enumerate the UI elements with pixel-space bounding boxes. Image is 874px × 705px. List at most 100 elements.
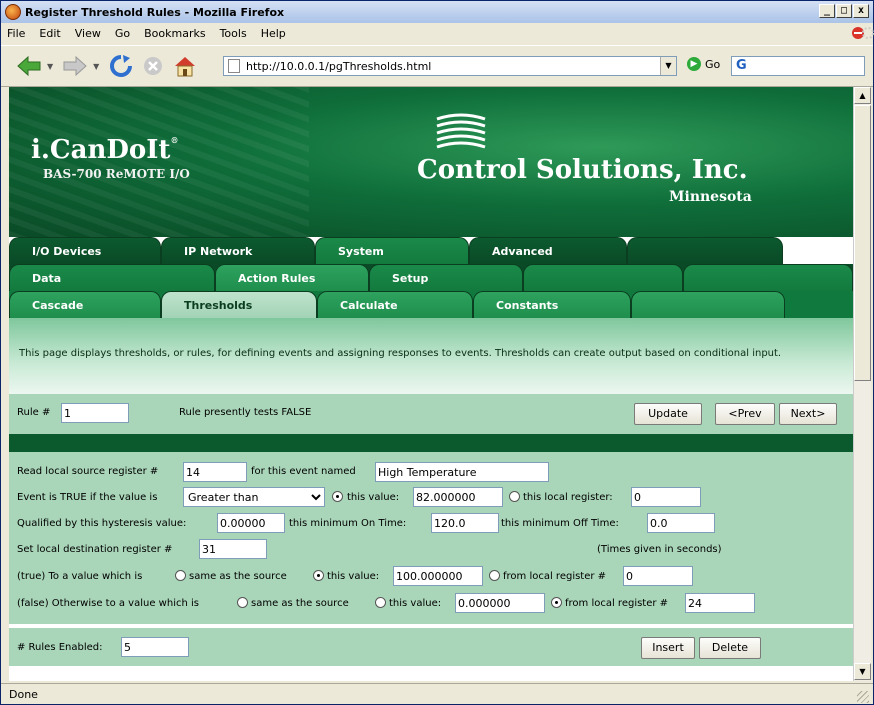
next-button[interactable]: Next> [779,403,837,425]
url-dropdown-icon[interactable]: ▼ [660,57,676,75]
scroll-up-icon[interactable]: ▲ [854,87,871,104]
false-this-value-label: this value: [389,598,442,609]
rule-number-label: Rule # [17,407,51,418]
event-name-label: for this event named [251,466,356,477]
page-description: This page displays thresholds, or rules,… [9,318,853,394]
close-button[interactable]: x [853,4,869,18]
forward-button[interactable] [61,52,89,80]
go-button[interactable]: ▶ Go [687,57,720,71]
this-local-register-radio[interactable] [509,491,520,502]
tab-ip-network[interactable]: IP Network [161,237,315,264]
true-value-input[interactable] [393,566,483,586]
hysteresis-input[interactable] [217,513,285,533]
minimize-button[interactable]: _ [819,4,835,18]
compare-register-input[interactable] [631,487,701,507]
event-name-input[interactable] [375,462,549,482]
header-banner: i.CanDoIt® BAS-700 ReMOTE I/O Control So… [9,87,853,237]
false-same-source-radio[interactable] [237,597,248,608]
forward-arrow-icon [63,55,87,77]
tab-calculate[interactable]: Calculate [317,291,473,318]
threshold-value-input[interactable] [413,487,503,507]
source-register-input[interactable] [183,462,247,482]
rule-status-text: Rule presently tests FALSE [179,407,312,418]
rules-enabled-input[interactable] [121,637,189,657]
url-text[interactable]: http://10.0.0.1/pgThresholds.html [246,60,431,73]
threshold-form: Read local source register # for this ev… [9,452,853,624]
min-off-time-input[interactable] [647,513,715,533]
tab-label: System [338,245,384,258]
company-state: Minnesota [669,189,752,205]
true-from-local-label: from local register # [503,571,607,582]
tab-data[interactable]: Data [9,264,215,291]
times-note: (Times given in seconds) [597,544,722,555]
status-bar: Done [1,683,873,705]
tab-advanced[interactable]: Advanced [469,237,627,264]
tab-label: I/O Devices [32,245,102,258]
read-source-label: Read local source register # [17,466,159,477]
menu-view[interactable]: View [75,27,101,40]
false-from-local-label: from local register # [565,598,669,609]
true-same-source-label: same as the source [189,571,287,582]
scroll-down-icon[interactable]: ▼ [854,663,871,680]
back-button[interactable] [15,52,43,80]
tab-empty [631,291,785,318]
min-on-time-input[interactable] [431,513,499,533]
company-logo-icon [436,113,486,149]
forward-dropdown-icon[interactable]: ▼ [93,62,99,71]
tab-setup[interactable]: Setup [369,264,523,291]
maximize-button[interactable]: □ [836,4,852,18]
rule-number-input[interactable] [61,403,129,423]
tab-io-devices[interactable]: I/O Devices [9,237,161,264]
go-label: Go [705,57,721,71]
stop-icon [144,57,163,75]
menu-go[interactable]: Go [115,27,130,40]
comparison-select[interactable]: Greater than [183,487,325,507]
this-value-radio[interactable] [332,491,343,502]
menu-tools[interactable]: Tools [220,27,247,40]
home-button[interactable] [171,52,199,80]
menu-edit[interactable]: Edit [39,27,60,40]
false-from-local-input[interactable] [685,593,755,613]
tab-cascade[interactable]: Cascade [9,291,161,318]
menu-file[interactable]: File [7,27,25,40]
min-on-time-label: this minimum On Time: [289,518,407,529]
window-title: Register Threshold Rules - Mozilla Firef… [25,5,285,19]
tab-system[interactable]: System [315,237,469,264]
url-bar[interactable]: http://10.0.0.1/pgThresholds.html ▼ [223,56,677,76]
menu-bookmarks[interactable]: Bookmarks [144,27,205,40]
page-content: i.CanDoIt® BAS-700 ReMOTE I/O Control So… [9,87,853,681]
tab-constants[interactable]: Constants [473,291,631,318]
destination-register-input[interactable] [199,539,267,559]
home-icon [175,57,196,77]
product-logo: i.CanDoIt® [31,135,178,165]
true-same-source-radio[interactable] [175,570,186,581]
true-this-value-label: this value: [327,571,380,582]
search-box[interactable]: G [731,56,865,76]
back-dropdown-icon[interactable]: ▼ [47,62,53,71]
delete-button[interactable]: Delete [699,637,761,659]
true-this-value-radio[interactable] [313,570,324,581]
false-this-value-radio[interactable] [375,597,386,608]
tab-label: IP Network [184,245,253,258]
reload-button[interactable] [107,52,135,80]
prev-button[interactable]: <Prev [715,403,775,425]
false-value-label: (false) Otherwise to a value which is [17,598,199,609]
true-from-local-radio[interactable] [489,570,500,581]
false-value-input[interactable] [455,593,545,613]
stop-button[interactable] [139,52,167,80]
product-subtitle: BAS-700 ReMOTE I/O [43,167,190,181]
system-subtabs: Data Action Rules Setup [9,264,853,291]
scroll-thumb[interactable] [854,105,871,381]
insert-button[interactable]: Insert [641,637,695,659]
update-button[interactable]: Update [634,403,702,425]
menu-help[interactable]: Help [261,27,286,40]
resize-grip-icon[interactable] [857,691,869,703]
tab-action-rules[interactable]: Action Rules [215,264,369,291]
vertical-scrollbar[interactable]: ▲ ▼ [853,87,871,681]
rules-enabled-label: # Rules Enabled: [17,642,103,653]
tab-thresholds[interactable]: Thresholds [161,291,317,318]
min-off-time-label: this minimum Off Time: [501,518,619,529]
back-arrow-icon [17,55,41,77]
true-from-local-input[interactable] [623,566,693,586]
false-from-local-radio[interactable] [551,597,562,608]
